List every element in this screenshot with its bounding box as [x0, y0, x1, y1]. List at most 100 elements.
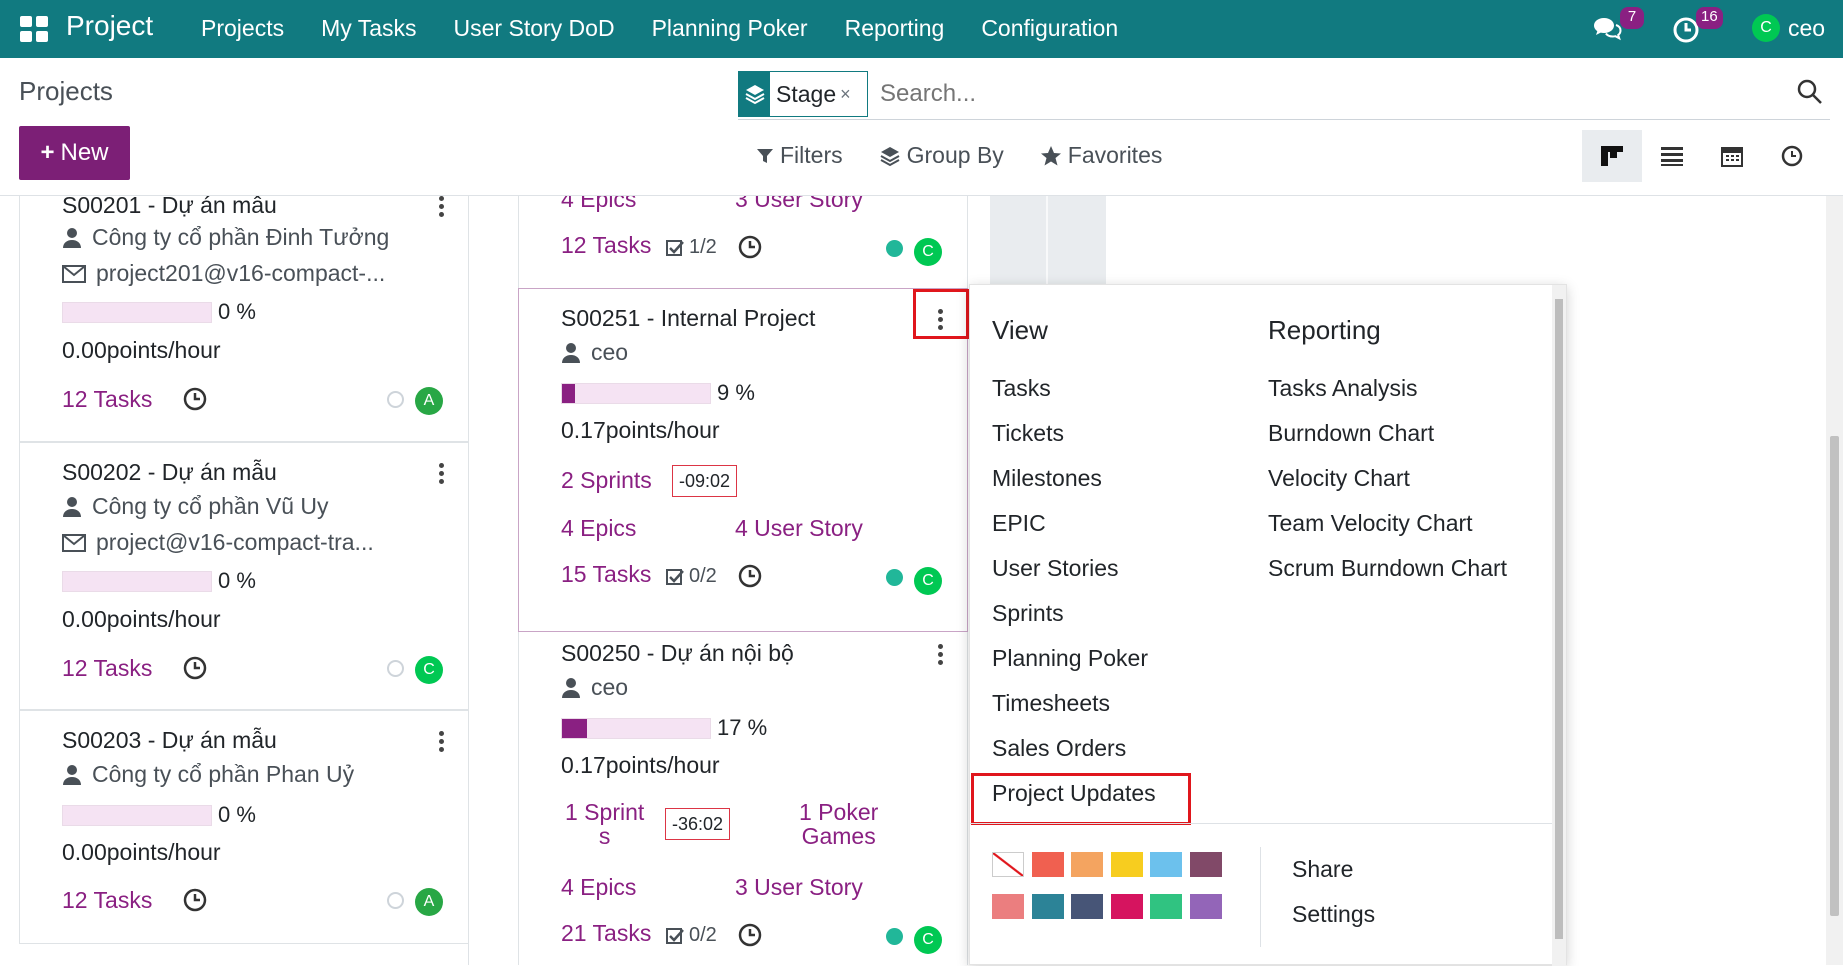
- card-menu-icon[interactable]: [439, 196, 445, 218]
- status-dot[interactable]: [387, 391, 404, 408]
- email-text: project@v16-compact-tra...: [96, 529, 374, 555]
- status-dot[interactable]: [886, 928, 903, 945]
- color-swatch[interactable]: [1189, 852, 1222, 877]
- tasks-link[interactable]: 15 Tasks: [561, 561, 651, 588]
- color-swatch[interactable]: [1031, 894, 1064, 919]
- tasks-link[interactable]: 12 Tasks: [62, 887, 152, 914]
- favorites-toggle[interactable]: Favorites: [1040, 142, 1162, 169]
- tasks-link[interactable]: 12 Tasks: [561, 232, 651, 259]
- dropdown-item-epic[interactable]: EPIC: [992, 510, 1046, 537]
- color-swatch[interactable]: [1110, 852, 1143, 877]
- activity-clock-icon[interactable]: [182, 655, 208, 681]
- sprints-link[interactable]: 2 Sprints: [561, 467, 652, 494]
- activity-clock-icon[interactable]: [737, 922, 763, 948]
- search-facet-stage[interactable]: Stage ×: [738, 71, 868, 117]
- tasks-link[interactable]: 21 Tasks: [561, 920, 651, 947]
- project-card[interactable]: S00202 - Dự án mẫu Công ty cổ phần Vũ Uy…: [19, 442, 469, 710]
- menu-planning-poker[interactable]: Planning Poker: [652, 15, 808, 42]
- search-input[interactable]: [880, 80, 1580, 108]
- card-menu-icon[interactable]: [439, 463, 445, 485]
- search-icon[interactable]: [1796, 78, 1824, 106]
- dropdown-scrollbar[interactable]: [1552, 285, 1566, 966]
- project-partner: Công ty cổ phần Phan Uỷ: [62, 761, 354, 788]
- list-view-button[interactable]: [1642, 130, 1702, 182]
- menu-projects[interactable]: Projects: [201, 15, 284, 42]
- dropdown-item-burndown-chart[interactable]: Burndown Chart: [1268, 420, 1434, 447]
- menu-my-tasks[interactable]: My Tasks: [321, 15, 416, 42]
- user-menu[interactable]: C ceo: [1752, 14, 1825, 42]
- dropdown-item-milestones[interactable]: Milestones: [992, 465, 1102, 492]
- epics-link[interactable]: 4 Epics: [561, 196, 636, 213]
- project-card[interactable]: S00250 - Dự án nội bộ ceo 17 % 0.17point…: [518, 632, 968, 965]
- project-card[interactable]: S00251 - Internal Project ceo 9 % 0.17po…: [518, 288, 969, 632]
- progress-bar: [62, 302, 212, 323]
- share-link[interactable]: Share: [1292, 856, 1353, 883]
- page-scrollbar[interactable]: [1826, 196, 1843, 965]
- kanban-view-button[interactable]: [1582, 130, 1642, 182]
- color-swatch[interactable]: [1071, 852, 1103, 877]
- color-swatch[interactable]: [1189, 894, 1222, 919]
- dropdown-item-tickets[interactable]: Tickets: [992, 420, 1064, 447]
- color-swatch[interactable]: [1110, 894, 1143, 919]
- dropdown-item-team-velocity-chart[interactable]: Team Velocity Chart: [1268, 510, 1473, 537]
- status-dot[interactable]: [886, 569, 903, 586]
- tasks-link[interactable]: 12 Tasks: [62, 386, 152, 413]
- project-card[interactable]: 4 Epics 3 User Story 12 Tasks 1/2 C: [518, 196, 968, 288]
- status-dot[interactable]: [387, 892, 404, 909]
- owner-name: ceo: [591, 339, 629, 365]
- poker-games-link[interactable]: 1 Poker Games: [799, 800, 878, 848]
- dropdown-item-scrum-burndown-chart[interactable]: Scrum Burndown Chart: [1268, 555, 1507, 582]
- card-menu-icon[interactable]: [938, 644, 944, 666]
- menu-configuration[interactable]: Configuration: [981, 15, 1118, 42]
- dropdown-item-velocity-chart[interactable]: Velocity Chart: [1268, 465, 1410, 492]
- color-swatch[interactable]: [1150, 894, 1182, 919]
- new-button[interactable]: + New: [19, 126, 130, 180]
- breadcrumb: Projects: [19, 76, 113, 106]
- filters-label: Filters: [780, 142, 843, 168]
- settings-link[interactable]: Settings: [1292, 901, 1375, 928]
- epics-link[interactable]: 4 Epics: [561, 515, 636, 542]
- filters-toggle[interactable]: Filters: [756, 142, 843, 169]
- dropdown-item-tasks[interactable]: Tasks: [992, 375, 1051, 402]
- user-story-link[interactable]: 3 User Story: [735, 196, 863, 213]
- project-card[interactable]: S00201 - Dự án mẫu Công ty cổ phần Đinh …: [19, 196, 469, 442]
- color-swatch[interactable]: [1150, 852, 1182, 877]
- dropdown-item-planning-poker[interactable]: Planning Poker: [992, 645, 1148, 672]
- activity-clock-icon[interactable]: [182, 386, 208, 412]
- dropdown-item-sprints[interactable]: Sprints: [992, 600, 1064, 627]
- dropdown-item-sales-orders[interactable]: Sales Orders: [992, 735, 1126, 762]
- apps-menu-icon[interactable]: [20, 16, 48, 42]
- color-swatch[interactable]: [992, 852, 1024, 877]
- calendar-view-button[interactable]: [1702, 130, 1762, 182]
- dropdown-item-tasks-analysis[interactable]: Tasks Analysis: [1268, 375, 1418, 402]
- color-swatch[interactable]: [1031, 852, 1064, 877]
- color-swatch[interactable]: [992, 894, 1024, 919]
- epics-link[interactable]: 4 Epics: [561, 874, 636, 901]
- status-dot[interactable]: [387, 660, 404, 677]
- dropdown-item-user-stories[interactable]: User Stories: [992, 555, 1119, 582]
- user-icon: [562, 677, 580, 698]
- app-brand[interactable]: Project: [66, 10, 153, 42]
- facet-remove-icon[interactable]: ×: [840, 84, 851, 105]
- messages-button[interactable]: 7: [1592, 7, 1644, 42]
- menu-reporting[interactable]: Reporting: [845, 15, 945, 42]
- activities-button[interactable]: 16: [1672, 7, 1723, 43]
- activity-clock-icon[interactable]: [182, 887, 208, 913]
- user-icon: [63, 227, 81, 248]
- project-card[interactable]: S00203 - Dự án mẫu Công ty cổ phần Phan …: [19, 710, 469, 944]
- color-swatch[interactable]: [1071, 894, 1103, 919]
- status-dot[interactable]: [886, 240, 903, 257]
- sprints-link[interactable]: 1 Sprint s: [565, 800, 644, 848]
- activity-clock-icon[interactable]: [737, 563, 763, 589]
- user-icon: [63, 764, 81, 785]
- user-story-link[interactable]: 4 User Story: [735, 515, 863, 542]
- dropdown-item-timesheets[interactable]: Timesheets: [992, 690, 1110, 717]
- user-story-link[interactable]: 3 User Story: [735, 874, 863, 901]
- menu-user-story-dod[interactable]: User Story DoD: [454, 15, 615, 42]
- activity-view-button[interactable]: [1762, 130, 1822, 182]
- activity-clock-icon[interactable]: [737, 234, 763, 260]
- progress-percent: 0 %: [218, 802, 256, 827]
- card-menu-icon[interactable]: [439, 731, 445, 753]
- tasks-link[interactable]: 12 Tasks: [62, 655, 152, 682]
- group-by-toggle[interactable]: Group By: [879, 142, 1004, 169]
